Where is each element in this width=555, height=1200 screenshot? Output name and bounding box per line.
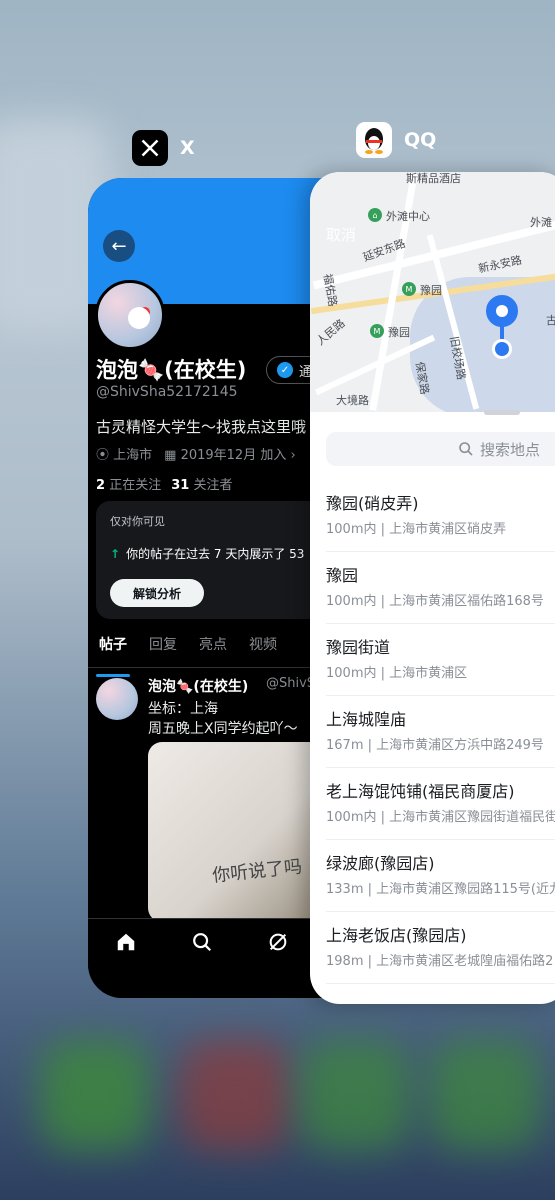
map-label: 豫园 — [388, 326, 410, 339]
search-placeholder: 搜索地点 — [480, 440, 541, 459]
app-name: QQ — [404, 129, 437, 151]
following-link[interactable]: 2 正在关注 — [96, 474, 161, 493]
map-label: 大境路 — [336, 394, 369, 407]
verified-check-icon: ✓ — [277, 362, 293, 378]
search-icon[interactable] — [164, 931, 240, 953]
map-label: 外滩中心 — [386, 210, 430, 223]
poi-name: 老上海馄饨铺(福民商厦店) — [326, 782, 515, 801]
app-label-qq[interactable]: QQ — [356, 122, 436, 158]
sheet-grabber[interactable] — [484, 410, 520, 415]
list-item[interactable]: 豫园街道 100m内 | 上海市黄浦区 — [326, 624, 555, 696]
map-label: 豫园 — [420, 284, 442, 297]
map-label: 人民路 — [314, 316, 348, 348]
poi-address: 100m内 | 上海市黄浦区 — [326, 666, 468, 681]
app-name: X — [180, 137, 195, 159]
home-icon[interactable] — [88, 931, 164, 953]
poi-name: 绿波廊(豫园店) — [326, 854, 435, 873]
search-icon — [459, 442, 473, 456]
poi-name: 上海老饭店(豫园店) — [326, 926, 467, 945]
grok-icon[interactable] — [240, 931, 316, 953]
map-label: 外滩 — [530, 216, 552, 229]
location-text: 上海市 — [113, 448, 153, 463]
app-label-x[interactable]: X — [132, 130, 195, 166]
poi-name: 上海城隍庙 — [326, 710, 407, 729]
list-item[interactable]: 豫园 100m内 | 上海市黄浦区福佑路168号 — [326, 552, 555, 624]
map-view[interactable]: 斯精品酒店 ⌂ 外滩中心 外滩 延安东路 新永安路 M 豫园 M 豫园 古 福佑… — [310, 172, 555, 412]
poi-address: 198m | 上海市黄浦区老城隍庙福佑路2 — [326, 954, 554, 969]
poi-list: 豫园(硝皮弄) 100m内 | 上海市黄浦区硝皮弄 豫园 100m内 | 上海市… — [310, 480, 555, 984]
map-label: 新永安路 — [477, 253, 523, 276]
impressions-line: ↑ 你的帖子在过去 7 天内展示了 53 — [110, 545, 304, 562]
poi-name: 豫园(硝皮弄) — [326, 494, 419, 513]
post-author-name: 泡泡🍬(在校生) — [148, 679, 249, 695]
location-pin-icon[interactable] — [486, 295, 518, 359]
qq-penguin-icon — [356, 122, 392, 158]
poi-address: 100m内 | 上海市黄浦区豫园街道福民街 — [326, 810, 555, 825]
following-label: 正在关注 — [109, 478, 162, 493]
avatar[interactable] — [95, 280, 165, 350]
post-avatar[interactable] — [96, 678, 138, 720]
profile-name: 泡泡🍬(在校生) — [96, 358, 247, 382]
location-pin-icon: ⦿ — [96, 448, 114, 463]
following-count: 2 — [96, 478, 106, 493]
poi-address: 100m内 | 上海市黄浦区硝皮弄 — [326, 522, 507, 537]
list-item[interactable]: 绿波廊(豫园店) 133m | 上海市黄浦区豫园路115号(近九 — [326, 840, 555, 912]
arrow-up-icon: ↑ — [110, 547, 121, 561]
unlock-analytics-button[interactable]: 解锁分析 — [110, 579, 204, 607]
search-input[interactable]: 搜索地点 — [326, 432, 555, 466]
qq-app-card[interactable]: 斯精品酒店 ⌂ 外滩中心 外滩 延安东路 新永安路 M 豫园 M 豫园 古 福佑… — [310, 172, 555, 1004]
calendar-icon: ▦ — [164, 448, 181, 463]
poi-address: 133m | 上海市黄浦区豫园路115号(近九 — [326, 882, 555, 897]
list-item[interactable]: 上海城隍庙 167m | 上海市黄浦区方浜中路249号 — [326, 696, 555, 768]
handwritten-text: 你听说了吗 — [211, 856, 304, 887]
followers-label: 关注者 — [193, 478, 233, 493]
location-info: ⦿ 上海市 — [96, 444, 152, 463]
tab-posts[interactable]: 帖子 — [88, 633, 138, 677]
post-author-handle: @ShivS — [266, 676, 316, 691]
impressions-text: 你的帖子在过去 7 天内展示了 53 — [126, 547, 305, 561]
visibility-note: 仅对你可见 — [110, 515, 165, 528]
landmark-icon: ⌂ — [368, 208, 382, 222]
followers-link[interactable]: 31 关注者 — [171, 474, 232, 493]
profile-meta: ⦿ 上海市 ▦ 2019年12月 加入 › — [96, 444, 296, 463]
tab-replies[interactable]: 回复 — [138, 633, 188, 667]
tab-highlights[interactable]: 亮点 — [188, 633, 238, 667]
tab-videos[interactable]: 视频 — [238, 633, 288, 667]
x-logo-icon — [132, 130, 168, 166]
post-text-line1: 坐标：上海 — [148, 701, 218, 717]
join-date[interactable]: ▦ 2019年12月 加入 › — [164, 444, 296, 463]
profile-handle: @ShivSha52172145 — [96, 384, 238, 400]
join-date-text: 2019年12月 加入 — [180, 448, 287, 463]
profile-bio: 古灵精怪大学生～找我点这里哦 — [96, 418, 307, 436]
metro-icon: M — [402, 282, 416, 296]
list-item[interactable]: 老上海馄饨铺(福民商厦店) 100m内 | 上海市黄浦区豫园街道福民街 — [326, 768, 555, 840]
poi-name: 豫园 — [326, 566, 359, 585]
map-label: 斯精品酒店 — [406, 172, 461, 185]
poi-address: 100m内 | 上海市黄浦区福佑路168号 — [326, 594, 544, 609]
cancel-button[interactable]: 取消 — [326, 224, 356, 245]
list-item[interactable]: 豫园(硝皮弄) 100m内 | 上海市黄浦区硝皮弄 — [326, 480, 555, 552]
map-label: 古 — [546, 314, 555, 327]
follow-stats: 2 正在关注 31 关注者 — [96, 474, 232, 493]
metro-icon: M — [370, 324, 384, 338]
post-text-line2: 周五晚上X同学约起吖～ — [148, 721, 298, 737]
poi-name: 豫园街道 — [326, 638, 391, 657]
list-item[interactable]: 上海老饭店(豫园店) 198m | 上海市黄浦区老城隍庙福佑路2 — [326, 912, 555, 984]
followers-count: 31 — [171, 478, 190, 493]
arrow-left-icon: ← — [111, 235, 127, 257]
poi-address: 167m | 上海市黄浦区方浜中路249号 — [326, 738, 544, 753]
back-button[interactable]: ← — [103, 230, 135, 262]
